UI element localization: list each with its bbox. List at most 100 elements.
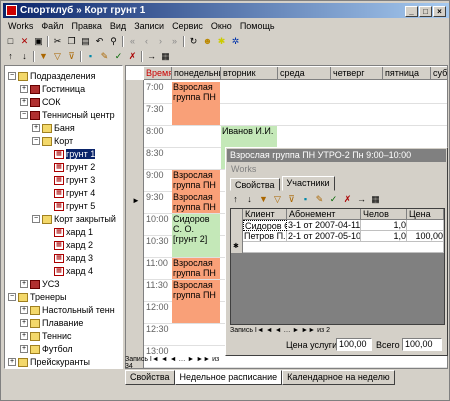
table-column-header[interactable]: Клиент [243, 209, 287, 220]
tree-node[interactable]: ▦ хард 4 [44, 265, 93, 277]
tab-0[interactable]: Свойства [230, 178, 280, 191]
goto-icon[interactable]: → [356, 194, 367, 205]
paste-icon[interactable]: ▤ [80, 36, 91, 47]
collapse-icon[interactable]: − [20, 111, 28, 119]
bottom-tab-2[interactable]: Календарное на неделю [282, 370, 395, 385]
collapse-icon[interactable]: − [32, 215, 40, 223]
schedule-event[interactable]: Взрослая группа ПН [172, 280, 220, 323]
first-icon[interactable]: « [127, 36, 138, 47]
new-row[interactable] [243, 242, 444, 253]
sort-asc-icon[interactable]: ↑ [5, 51, 16, 62]
record-icon[interactable]: ▪ [85, 51, 96, 62]
expand-icon[interactable]: + [20, 85, 28, 93]
schedule-event[interactable]: Взрослая группа ПН [172, 192, 220, 213]
tree-node[interactable]: − Корт закрытый [32, 213, 116, 225]
tree-node[interactable]: + СОК [20, 96, 61, 108]
table-cell[interactable]: 2-1 от 2007-05-10 [287, 231, 361, 242]
tree-node[interactable]: ▦ хард 3 [44, 252, 93, 264]
tree-node[interactable]: ▦ грунт 2 [44, 161, 95, 173]
cancel-icon[interactable]: ✗ [127, 51, 138, 62]
menu-item-7[interactable]: Помощь [240, 21, 275, 31]
column-header[interactable]: Время [144, 67, 172, 80]
expand-icon[interactable]: + [20, 98, 28, 106]
table-cell[interactable]: Петров П.П. [243, 231, 287, 242]
tree-node[interactable]: ▦ грунт 3 [44, 174, 95, 186]
undo-icon[interactable]: ↶ [94, 36, 105, 47]
tree-node[interactable]: − Подразделения [8, 70, 95, 82]
expand-icon[interactable]: + [20, 345, 28, 353]
tree-node[interactable]: ▦ хард 2 [44, 239, 93, 251]
prev-icon[interactable]: ‹ [141, 36, 152, 47]
dialog-record-nav[interactable]: Запись I◄ ◄ ◄ … ► ►► из 2 [230, 327, 330, 334]
schedule-event[interactable]: Сидоров С. О. [грунт 2] [172, 214, 220, 257]
collapse-icon[interactable]: − [8, 72, 16, 80]
table-cell[interactable]: 1,0 [361, 231, 407, 242]
table-column-header[interactable]: Абонемент [287, 209, 361, 220]
record-icon[interactable]: ▪ [300, 194, 311, 205]
total-field[interactable]: 100,00 [402, 338, 442, 351]
expand-icon[interactable]: + [20, 319, 28, 327]
tree-node[interactable]: + Теннис [20, 330, 71, 342]
sort-asc-icon[interactable]: ↑ [230, 194, 241, 205]
column-header[interactable]: вторник [221, 67, 278, 80]
column-header[interactable]: среда [278, 67, 331, 80]
filter-icon[interactable]: ▼ [38, 51, 49, 62]
table-cell[interactable]: 100,00 [407, 231, 444, 242]
check-icon[interactable]: ✓ [328, 194, 339, 205]
grid-icon[interactable]: ▦ [370, 194, 381, 205]
column-header[interactable]: пятница [383, 67, 431, 80]
grid-icon[interactable]: ▦ [160, 51, 171, 62]
column-header[interactable]: понедельник [172, 67, 221, 80]
tree-node[interactable]: + Прейскуранты [8, 356, 90, 368]
copy-icon[interactable]: ❐ [66, 36, 77, 47]
schedule-event[interactable]: Взрослая группа ПН [172, 82, 220, 125]
tree-node[interactable]: + Плавание [20, 317, 83, 329]
expand-icon[interactable]: + [20, 332, 28, 340]
next-icon[interactable]: › [155, 36, 166, 47]
menu-item-1[interactable]: Файл [41, 21, 63, 31]
filter-edit-icon[interactable]: ▽ [272, 194, 283, 205]
collapse-icon[interactable]: − [32, 137, 40, 145]
menu-item-0[interactable]: Works [8, 21, 33, 31]
tree-node[interactable]: + Баня [32, 122, 75, 134]
menu-item-2[interactable]: Правка [71, 21, 101, 31]
check-icon[interactable]: ✓ [113, 51, 124, 62]
collapse-icon[interactable]: − [8, 293, 16, 301]
refresh-icon[interactable]: ↻ [188, 36, 199, 47]
menu-item-5[interactable]: Сервис [172, 21, 203, 31]
maximize-button[interactable]: □ [419, 6, 432, 17]
tree-node[interactable]: + Гостиница [20, 83, 85, 95]
tree-node[interactable]: ▦ грунт 1 [44, 148, 96, 160]
menu-item-4[interactable]: Записи [134, 21, 164, 31]
menu-item-6[interactable]: Окно [211, 21, 232, 31]
tree-node[interactable]: + Футбол [20, 343, 73, 355]
user-icon[interactable]: ☻ [202, 36, 213, 47]
expand-icon[interactable]: + [20, 280, 28, 288]
filter-clear-icon[interactable]: ⊽ [286, 194, 297, 205]
price-field[interactable]: 100,00 [336, 338, 372, 351]
sort-desc-icon[interactable]: ↓ [244, 194, 255, 205]
table-cell[interactable]: Сидоров С. [243, 220, 287, 231]
filter-edit-icon[interactable]: ▽ [52, 51, 63, 62]
table-cell[interactable] [407, 220, 444, 231]
tools-icon[interactable]: ✲ [230, 36, 241, 47]
edit-record-icon[interactable]: ✎ [99, 51, 110, 62]
schedule-event[interactable]: Взрослая группа ПН [172, 258, 220, 279]
expand-icon[interactable]: + [8, 358, 16, 366]
tree-node[interactable]: − Тренеры [8, 291, 66, 303]
save-icon[interactable]: ▣ [33, 36, 44, 47]
bottom-tab-1[interactable]: Недельное расписание [174, 370, 283, 385]
minimize-button[interactable]: _ [405, 6, 418, 17]
menu-item-3[interactable]: Вид [110, 21, 126, 31]
record-navigator[interactable]: Запись I◄ ◄ ◄ … ► ►► из 34 [125, 356, 225, 370]
edit-record-icon[interactable]: ✎ [314, 194, 325, 205]
close-button[interactable]: × [433, 6, 446, 17]
last-icon[interactable]: » [169, 36, 180, 47]
table-cell[interactable]: 3-1 от 2007-04-11 [287, 220, 361, 231]
tree-node[interactable]: ▦ грунт 4 [44, 187, 95, 199]
filter-icon[interactable]: ▼ [258, 194, 269, 205]
tree-node[interactable]: + Настольный тенн [20, 304, 115, 316]
tab-1[interactable]: Участники [281, 176, 335, 191]
delete-icon[interactable]: ✕ [19, 36, 30, 47]
cut-icon[interactable]: ✂ [52, 36, 63, 47]
